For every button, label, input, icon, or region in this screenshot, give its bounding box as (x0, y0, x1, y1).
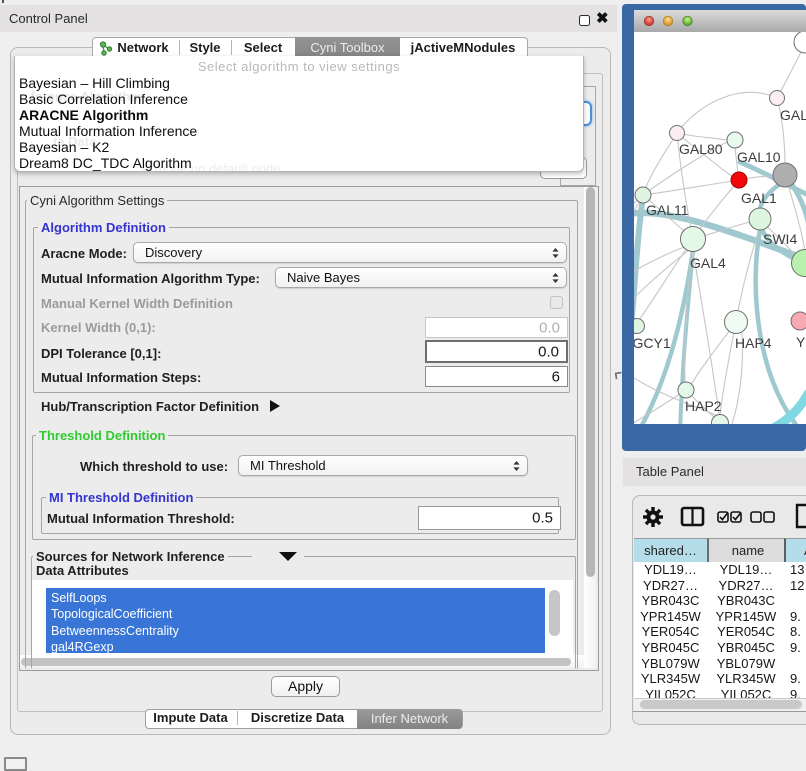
svg-text:HAP2: HAP2 (685, 398, 722, 414)
svg-text:GAL10: GAL10 (737, 149, 781, 165)
svg-text:YB: YB (796, 334, 806, 350)
svg-text:GCY1: GCY1 (633, 335, 671, 351)
svg-text:GAL11: GAL11 (646, 202, 689, 218)
svg-text:GAL1: GAL1 (741, 190, 777, 206)
svg-text:GAL7: GAL7 (780, 107, 806, 123)
svg-text:GAL80: GAL80 (679, 141, 723, 157)
svg-text:SWI4: SWI4 (763, 231, 797, 247)
svg-text:HAP4: HAP4 (735, 335, 772, 351)
svg-text:GAL4: GAL4 (690, 255, 726, 271)
